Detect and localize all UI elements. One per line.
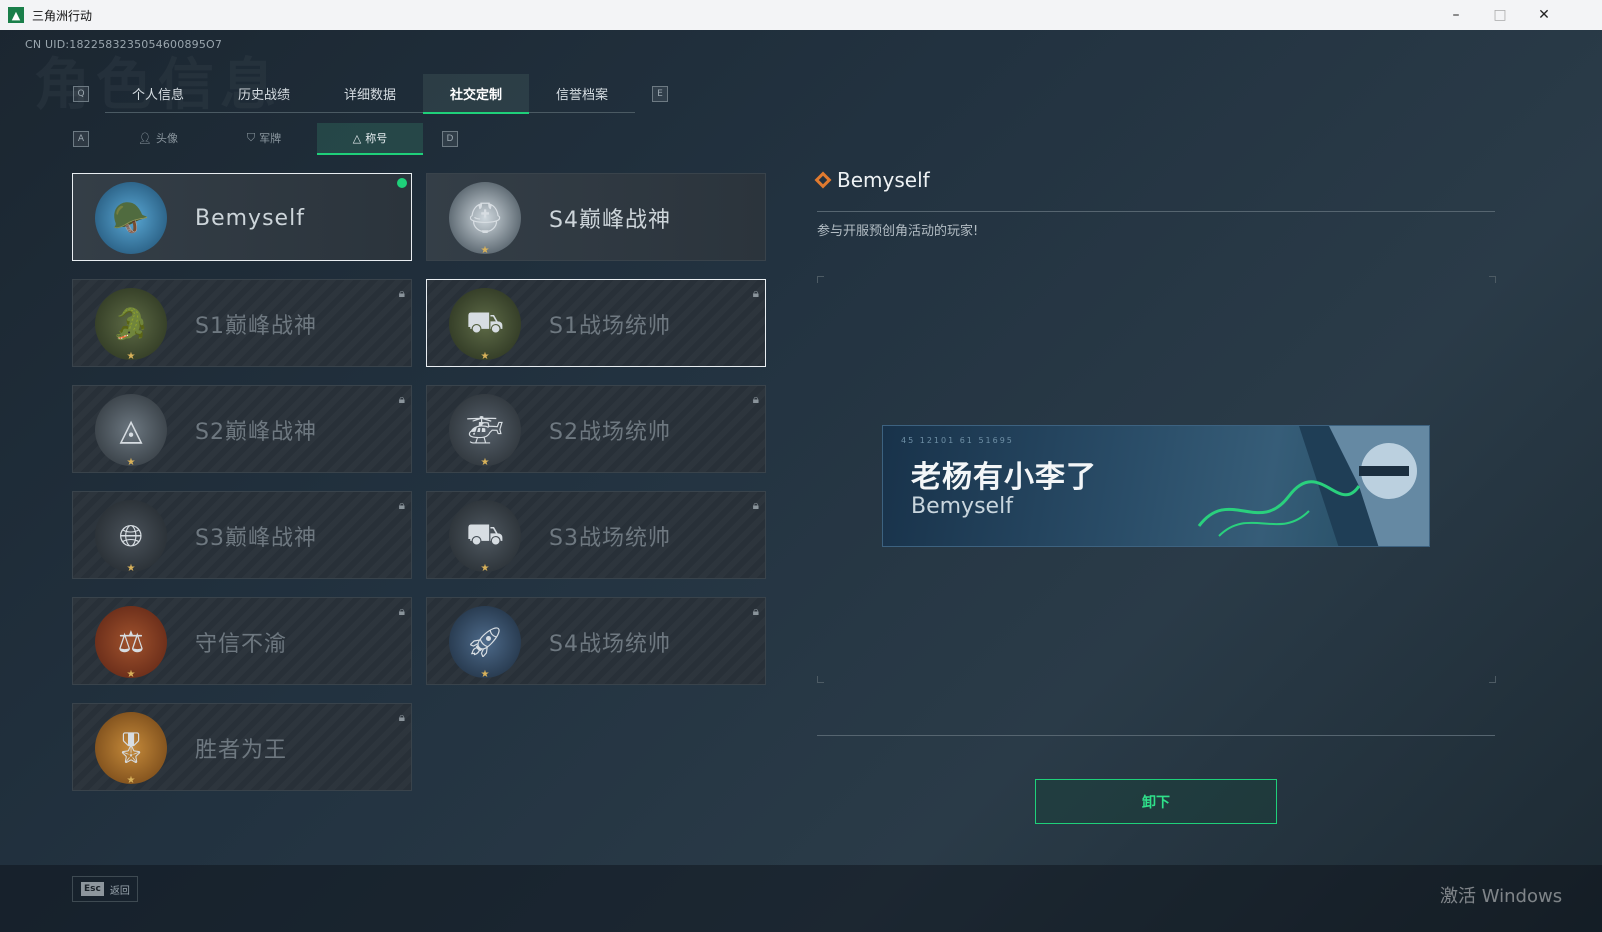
title-card-name: S4战场统帅 (549, 632, 671, 657)
title-card-s3-peak[interactable]: 🌐︎ ★ S3巅峰战神 🔒︎ (72, 491, 412, 579)
esc-key-icon: Esc (81, 882, 104, 896)
minimize-button[interactable]: – (1433, 0, 1479, 30)
title-diamond-icon (814, 171, 832, 189)
armored-vehicle-badge-icon: ⛟ ★ (449, 500, 521, 574)
app-logo-icon: ▲ (8, 7, 24, 23)
title-card-name: S4巅峰战神 (549, 208, 671, 233)
bottom-divider (817, 735, 1495, 736)
next-tab-key-hint[interactable]: E (652, 86, 668, 102)
title-card-name: S1巅峰战神 (195, 314, 317, 339)
back-label: 返回 (109, 885, 130, 897)
subtab-dogtag[interactable]: ⛉ 军牌 (211, 123, 317, 153)
banner-player-name: 老杨有小李了 (911, 460, 1097, 495)
title-card-s3-commander[interactable]: ⛟ ★ S3战场统帅 🔒︎ (426, 491, 766, 579)
unequip-button[interactable]: 卸下 (1035, 779, 1277, 824)
player-uid: CN UID:1822583235054600895O7 (25, 38, 223, 51)
detail-description: 参与开服预创角活动的玩家! (817, 224, 979, 239)
detail-header: Bemyself (814, 168, 930, 192)
detail-title: Bemyself (837, 168, 930, 192)
soldier-signature-art-icon (1197, 426, 1429, 546)
maximize-button[interactable]: □ (1477, 0, 1523, 30)
title-card-s1-commander[interactable]: ⛟ ★ S1战场统帅 🔒︎ (426, 279, 766, 367)
window-titlebar: ▲ 三角洲行动 – □ ✕ (0, 0, 1602, 30)
lock-icon: 🔒︎ (398, 392, 405, 406)
subtab-dogtag-label: 军牌 (259, 132, 282, 145)
title-card-s1-peak[interactable]: 🐊 ★ S1巅峰战神 🔒︎ (72, 279, 412, 367)
title-card-trustworthy[interactable]: ⚖ ★ 守信不渝 🔒︎ (72, 597, 412, 685)
lock-icon: 🔒︎ (398, 286, 405, 300)
subtab-avatar-label: 头像 (155, 132, 178, 145)
title-card-name: 守信不渝 (195, 632, 288, 657)
soldier-badge-icon: 🪖 (95, 182, 167, 254)
tab-personal-info[interactable]: 个人信息 (105, 74, 211, 112)
detail-divider (817, 211, 1495, 212)
triangle-emblem-badge-icon: ◬ ★ (95, 394, 167, 468)
window-title: 三角洲行动 (32, 8, 93, 23)
lock-icon: 🔒︎ (752, 392, 759, 406)
lock-icon: 🔒︎ (398, 710, 405, 724)
title-card-s4-peak[interactable]: ⛑ ★ S4巅峰战神 (426, 173, 766, 261)
helmet-badge-icon: ⛑ ★ (449, 182, 521, 256)
tab-match-history[interactable]: 历史战绩 (211, 74, 317, 112)
close-button[interactable]: ✕ (1521, 0, 1567, 30)
tab-credit-record[interactable]: 信誉档案 (529, 74, 635, 112)
tab-detailed-stats[interactable]: 详细数据 (317, 74, 423, 112)
triangle-icon: △ (352, 131, 362, 145)
prev-subtab-key-hint[interactable]: A (73, 131, 89, 147)
banner-codes: 45 12101 61 51695 (901, 436, 1014, 445)
subtab-title-label: 称号 (365, 132, 388, 145)
prev-tab-key-hint[interactable]: Q (73, 86, 89, 102)
tab-social-customization[interactable]: 社交定制 (423, 74, 529, 114)
medal-badge-icon: 🎖︎ ★ (95, 712, 167, 786)
next-subtab-key-hint[interactable]: D (442, 131, 458, 147)
banner-title: Bemyself (911, 494, 1013, 519)
back-button[interactable]: Esc 返回 (72, 876, 138, 902)
title-card-name: S2巅峰战神 (195, 420, 317, 445)
title-card-winner-king[interactable]: 🎖︎ ★ 胜者为王 🔒︎ (72, 703, 412, 791)
preview-frame-corner (817, 676, 824, 683)
scales-badge-icon: ⚖ ★ (95, 606, 167, 680)
title-card-s2-commander[interactable]: 🚁︎ ★ S2战场统帅 🔒︎ (426, 385, 766, 473)
person-icon: 👤︎ (138, 131, 152, 145)
helicopter-badge-icon: 🚁︎ ★ (449, 394, 521, 468)
preview-frame-corner (1489, 676, 1496, 683)
preview-frame-corner (1489, 276, 1496, 283)
title-card-name: S2战场统帅 (549, 420, 671, 445)
missile-badge-icon: 🚀︎ ★ (449, 606, 521, 680)
preview-frame-corner (817, 276, 824, 283)
main-tabs: 个人信息 历史战绩 详细数据 社交定制 信誉档案 (105, 74, 635, 114)
title-card-name: Bemyself (195, 205, 305, 231)
lock-icon: 🔒︎ (752, 604, 759, 618)
tag-icon: ⛉ (246, 131, 256, 144)
title-card-name: S1战场统帅 (549, 314, 671, 339)
title-card-name: 胜者为王 (195, 738, 288, 763)
title-card-name: S3战场统帅 (549, 526, 671, 551)
title-banner-preview: 45 12101 61 51695 老杨有小李了 Bemyself (882, 425, 1430, 547)
title-card-s4-commander[interactable]: 🚀︎ ★ S4战场统帅 🔒︎ (426, 597, 766, 685)
tank-badge-icon: ⛟ ★ (449, 288, 521, 362)
windows-activation-watermark: 激活 Windows (1440, 886, 1563, 907)
subtab-avatar[interactable]: 👤︎ 头像 (105, 123, 211, 153)
lock-icon: 🔒︎ (752, 498, 759, 512)
bottom-bar (0, 865, 1602, 932)
crocodile-badge-icon: 🐊 ★ (95, 288, 167, 362)
sub-tabs: 👤︎ 头像 ⛉ 军牌 △ 称号 (105, 123, 423, 155)
title-card-name: S3巅峰战神 (195, 526, 317, 551)
lock-icon: 🔒︎ (398, 604, 405, 618)
lock-icon: 🔒︎ (398, 498, 405, 512)
globe-badge-icon: 🌐︎ ★ (95, 500, 167, 574)
equipped-indicator (397, 178, 407, 188)
title-card-s2-peak[interactable]: ◬ ★ S2巅峰战神 🔒︎ (72, 385, 412, 473)
lock-icon: 🔒︎ (752, 286, 759, 300)
title-card-bemyself[interactable]: 🪖 Bemyself (72, 173, 412, 261)
subtab-title[interactable]: △ 称号 (317, 123, 423, 155)
